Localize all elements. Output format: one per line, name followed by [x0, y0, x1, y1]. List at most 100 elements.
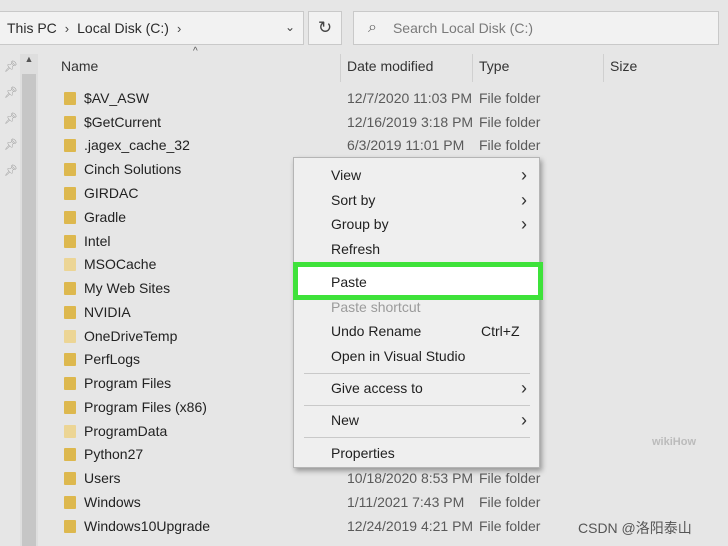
folder-icon	[64, 448, 76, 461]
file-type: File folder	[479, 137, 541, 153]
folder-icon	[64, 92, 76, 105]
scroll-up-icon[interactable]: ▲	[22, 54, 36, 68]
sort-ascending-icon: ^	[193, 46, 198, 57]
column-header-name[interactable]: Name	[61, 58, 98, 74]
breadcrumb-separator-icon[interactable]: ›	[177, 21, 181, 36]
file-row[interactable]: .jagex_cache_32 6/3/2019 11:01 PM File fol…	[40, 134, 728, 158]
folder-icon	[64, 187, 76, 200]
file-name: GIRDAC	[84, 185, 139, 201]
menu-divider	[304, 437, 530, 438]
folder-icon	[64, 330, 76, 343]
menu-item-view[interactable]: View ›	[294, 164, 539, 188]
menu-item-label: Undo Rename	[331, 323, 422, 339]
pin-icon[interactable]: 📌︎	[4, 86, 18, 99]
column-header-type[interactable]: Type	[479, 58, 509, 74]
csdn-watermark: CSDN @洛阳泰山	[578, 520, 692, 536]
search-input[interactable]: Search Local Disk (C:)	[393, 20, 533, 36]
file-type: File folder	[479, 494, 541, 510]
pin-icon[interactable]: 📌︎	[4, 138, 18, 151]
file-name: Windows	[84, 494, 141, 510]
file-name: Users	[84, 470, 121, 486]
file-name: Program Files	[84, 375, 172, 391]
column-divider[interactable]	[340, 54, 341, 82]
column-divider[interactable]	[603, 54, 604, 82]
pin-icon[interactable]: 📌︎	[4, 164, 18, 177]
menu-item-label: Open in Visual Studio	[331, 348, 466, 364]
folder-icon	[64, 211, 76, 224]
menu-divider	[304, 405, 530, 406]
folder-icon	[64, 472, 76, 485]
file-name: Intel	[84, 233, 111, 249]
file-name: $GetCurrent	[84, 114, 162, 130]
file-row[interactable]: $AV_ASW 12/7/2020 11:03 PM File folder	[40, 87, 728, 111]
file-name: PerfLogs	[84, 351, 141, 367]
file-name: OneDriveTemp	[84, 328, 178, 344]
folder-icon	[64, 306, 76, 319]
chevron-right-icon: ›	[521, 378, 527, 398]
folder-icon	[64, 377, 76, 390]
file-type: File folder	[479, 114, 541, 130]
pin-icon[interactable]: 📌︎	[4, 112, 18, 125]
menu-item-label: Refresh	[331, 241, 381, 257]
file-name: MSOCache	[84, 256, 157, 272]
breadcrumb-local-disk[interactable]: Local Disk (C:)	[77, 20, 169, 36]
column-divider[interactable]	[472, 54, 473, 82]
menu-item-label: View	[331, 167, 362, 183]
menu-item-new[interactable]: New ›	[294, 409, 539, 433]
column-header-row: Name Date modified Type Size	[40, 54, 728, 82]
folder-icon	[64, 401, 76, 414]
breadcrumb-this-pc[interactable]: This PC	[7, 20, 57, 36]
file-name: Program Files (x86)	[84, 399, 207, 415]
menu-item-give-access[interactable]: Give access to ›	[294, 377, 539, 401]
menu-item-paste[interactable]: Paste	[293, 262, 543, 300]
refresh-button[interactable]: ↻	[308, 11, 342, 45]
refresh-icon: ↻	[317, 18, 333, 37]
chevron-right-icon: ›	[521, 165, 527, 185]
menu-item-label: Paste	[331, 274, 367, 290]
shortcut-label: Ctrl+Z	[481, 323, 520, 339]
file-type: File folder	[479, 470, 541, 486]
folder-icon	[64, 353, 76, 366]
folder-icon	[64, 282, 76, 295]
file-date: 12/7/2020 11:03 PM	[347, 90, 473, 106]
menu-item-label: Properties	[331, 445, 395, 461]
folder-icon	[64, 425, 76, 438]
file-date: 10/18/2020 8:53 PM	[347, 470, 474, 486]
address-bar[interactable]: This PC › Local Disk (C:) › ⌄	[0, 11, 304, 45]
wikihow-watermark: wikiHow	[652, 436, 697, 448]
file-name: NVIDIA	[84, 304, 131, 320]
chevron-right-icon: ›	[521, 214, 527, 234]
menu-item-properties[interactable]: Properties	[294, 442, 539, 466]
folder-icon	[64, 520, 76, 533]
file-row[interactable]: Users 10/18/2020 8:53 PM File folder	[40, 467, 728, 491]
menu-item-open-visual-studio[interactable]: Open in Visual Studio	[294, 345, 539, 369]
folder-icon	[64, 139, 76, 152]
file-name: $AV_ASW	[84, 90, 150, 106]
menu-item-label: Give access to	[331, 380, 423, 396]
file-type: File folder	[479, 518, 541, 534]
menu-item-label: Paste shortcut	[331, 299, 421, 315]
context-menu: View › Sort by › Group by › Refresh Paste s…	[293, 157, 540, 468]
menu-item-sort-by[interactable]: Sort by ›	[294, 189, 539, 213]
column-header-date[interactable]: Date modified	[347, 58, 433, 74]
scrollbar-thumb[interactable]	[22, 74, 36, 546]
pin-icon[interactable]: 📌︎	[4, 60, 18, 73]
menu-item-label: Group by	[331, 216, 389, 232]
file-row[interactable]: $GetCurrent 12/16/2019 3:18 PM File folder	[40, 111, 728, 135]
file-name: Gradle	[84, 209, 127, 225]
column-header-size[interactable]: Size	[610, 58, 637, 74]
chevron-down-icon[interactable]: ⌄	[285, 20, 295, 34]
file-row[interactable]: Windows 1/11/2021 7:43 PM File folder	[40, 491, 728, 515]
menu-item-group-by[interactable]: Group by ›	[294, 213, 539, 237]
menu-item-undo-rename[interactable]: Undo Rename Ctrl+Z	[294, 320, 539, 344]
file-name: ProgramData	[84, 423, 168, 439]
search-box[interactable]: ⌕ Search Local Disk (C:)	[353, 11, 719, 45]
menu-item-refresh[interactable]: Refresh	[294, 238, 539, 262]
chevron-right-icon: ›	[521, 190, 527, 210]
file-type: File folder	[479, 90, 541, 106]
menu-item-label: New	[331, 412, 360, 428]
address-toolbar: This PC › Local Disk (C:) › ⌄ ↻ ⌕ Search…	[0, 0, 728, 54]
file-name: Windows10Upgrade	[84, 518, 211, 534]
breadcrumb-separator-icon[interactable]: ›	[65, 21, 69, 36]
menu-divider	[304, 373, 530, 374]
